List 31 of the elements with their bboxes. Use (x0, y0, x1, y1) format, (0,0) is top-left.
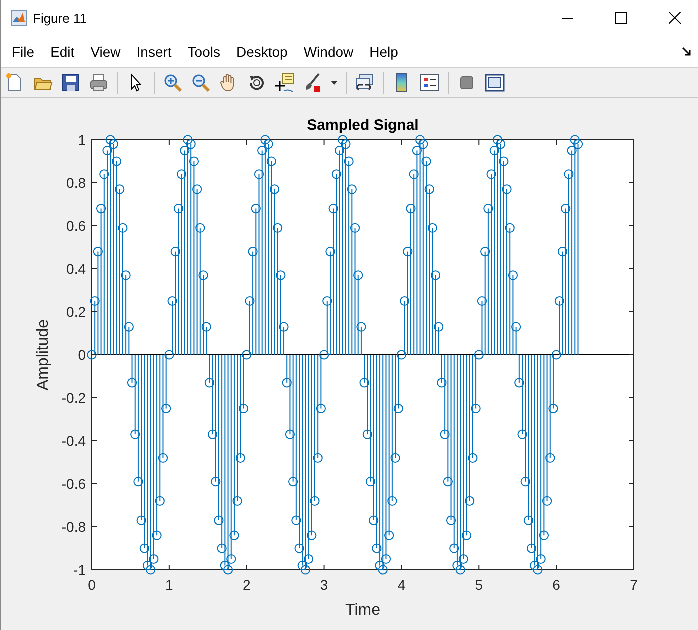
y-tick-label: 0.4 (66, 261, 86, 277)
x-tick-label: 3 (320, 577, 328, 593)
x-tick-label: 7 (630, 577, 638, 593)
x-tick-label: 0 (88, 577, 96, 593)
y-tick-label: -0.8 (62, 519, 86, 535)
menu-item[interactable]: File (4, 44, 43, 60)
y-tick-label: 1 (78, 132, 86, 148)
y-axis-label: Amplitude (35, 319, 52, 391)
y-tick-label: 0.8 (66, 175, 86, 191)
y-tick-label: 0 (78, 347, 86, 363)
menu-item[interactable]: Tools (180, 44, 228, 60)
x-tick-label: 4 (398, 577, 406, 593)
x-tick-label: 1 (166, 577, 174, 593)
y-tick-label: -0.2 (62, 390, 86, 406)
menu-item[interactable]: Help (362, 44, 406, 60)
menu-item[interactable]: Window (296, 44, 362, 60)
x-tick-label: 2 (242, 577, 251, 593)
window-title: Figure 11 (33, 10, 88, 26)
x-axis-label: Time (346, 602, 380, 619)
y-tick-label: -0.4 (62, 433, 86, 449)
y-tick-label: -1 (74, 562, 86, 578)
menu-item[interactable]: Edit (42, 44, 83, 60)
x-tick-label: 5 (475, 577, 484, 593)
y-tick-label: -0.6 (62, 476, 86, 492)
menu-item[interactable]: View (82, 44, 129, 60)
menu-item[interactable]: Insert (128, 44, 180, 60)
x-tick-label: 6 (552, 577, 560, 593)
menu-item[interactable]: Desktop (228, 44, 296, 60)
y-tick-label: 0.2 (66, 304, 86, 320)
chart-title: Sampled Signal (307, 117, 419, 134)
y-tick-label: 0.6 (66, 218, 86, 234)
